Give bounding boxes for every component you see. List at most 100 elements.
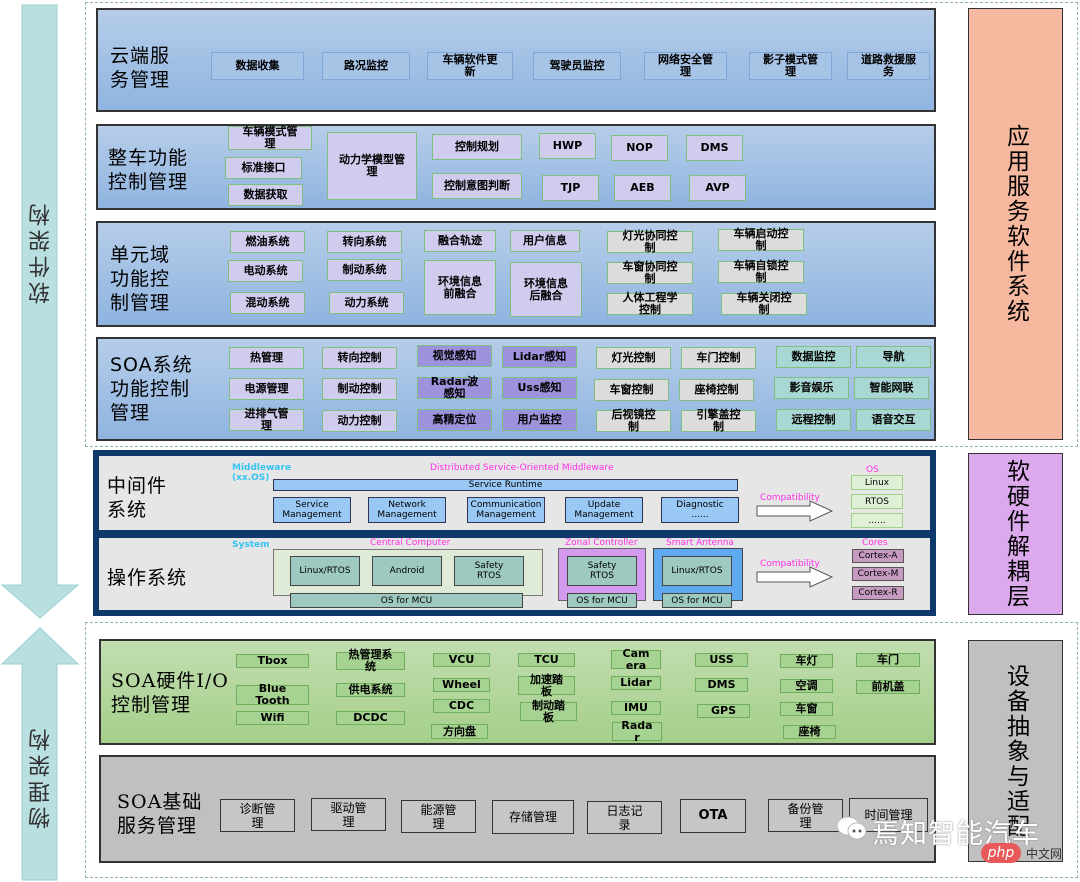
vehicle-function-item-1: 标准接口 <box>225 157 302 179</box>
unit-domain-item-9: 动力系统 <box>329 292 404 314</box>
hw-io-item-1: Blue Tooth <box>236 683 309 707</box>
base-service-item-1: 驱动管 理 <box>311 798 386 831</box>
soa-system-item-22: 远程控制 <box>776 409 851 431</box>
hw-io-item-24: 车门 <box>856 653 920 667</box>
hw-io-item-19: GPS <box>697 704 750 718</box>
hw-io-item-5: DCDC <box>336 711 405 725</box>
soa-system-item-0: 热管理 <box>229 347 304 369</box>
hw-io-item-15: IMU <box>611 701 661 715</box>
hw-io-item-18: DMS <box>695 678 748 692</box>
soa-system-item-10: Radar波 感知 <box>417 376 492 400</box>
panel-title: SOA硬件I/O 控制管理 <box>111 670 229 716</box>
vehicle-function-item-5: 控制意图判断 <box>432 173 522 199</box>
cloud-service-item-4: 网络安全管 理 <box>644 52 727 80</box>
os-for-mcu-zonal: OS for MCU <box>567 593 637 608</box>
os-for-mcu-central: OS for MCU <box>290 593 523 608</box>
hw-io-item-13: Cam era <box>611 647 661 671</box>
os-item-0: Linux <box>851 475 903 490</box>
os-for-mcu-antenna: OS for MCU <box>662 593 732 608</box>
decouple-layer-label: 软硬件解耦层 <box>968 453 1063 615</box>
soa-system-item-8: 电源管理 <box>229 378 304 400</box>
soa-system-item-4: 灯光控制 <box>596 347 671 369</box>
panel-title: 单元域 功能控 制管理 <box>110 244 171 314</box>
hw-io-item-23: 座椅 <box>783 725 836 739</box>
soa-system-item-21: 引擎盖控 制 <box>681 409 756 433</box>
vehicle-function-item-6: HWP <box>539 133 596 159</box>
core-item-2: Cortex-R <box>852 586 904 600</box>
vehicle-function-item-10: AEB <box>614 175 671 201</box>
vehicle-function-item-8: DMS <box>686 135 743 161</box>
vehicle-function-item-0: 车辆模式管 理 <box>228 126 312 150</box>
central-computer-label: Central Computer <box>370 538 451 548</box>
php-site-text: 中文网 <box>1026 847 1063 861</box>
soa-system-item-5: 车门控制 <box>681 347 756 369</box>
wechat-icon <box>836 815 868 841</box>
soa-system-item-15: 智能网联 <box>854 377 929 399</box>
unit-domain-item-2: 融合轨迹 <box>424 230 496 252</box>
hw-io-item-17: USS <box>695 653 748 667</box>
hw-io-item-21: 空调 <box>780 679 833 693</box>
hw-io-item-0: Tbox <box>236 654 309 668</box>
panel-title: SOA系统 功能控制 管理 <box>110 354 193 424</box>
unit-domain-item-15: 车辆关闭控 制 <box>721 292 807 316</box>
base-service-item-0: 诊断管 理 <box>220 799 295 832</box>
hw-io-item-16: Rada r <box>612 719 662 743</box>
hw-io-item-6: VCU <box>433 653 490 667</box>
middleware-header: Distributed Service-Oriented Middleware <box>430 463 614 473</box>
cloud-service-item-6: 道路救援服 务 <box>847 52 930 80</box>
middleware-module-1: Network Management <box>368 497 446 523</box>
vehicle-function-item-2: 数据获取 <box>228 184 303 206</box>
physical-arch-label: 物理架构 <box>29 725 54 829</box>
core-item-0: Cortex-A <box>852 549 904 563</box>
base-service-item-5: OTA <box>680 799 746 833</box>
soa-system-item-23: 语音交互 <box>856 409 931 431</box>
panel-title: 云端服 务管理 <box>110 45 171 91</box>
os-item-1: RTOS <box>851 494 903 509</box>
middleware-module-4: Diagnostic ...... <box>661 497 739 523</box>
unit-domain-item-1: 转向系统 <box>327 231 402 253</box>
compatibility-arrow-os <box>756 566 834 588</box>
middleware-module-0: Service Management <box>273 497 351 523</box>
unit-domain-item-6: 环境信息 前融合 <box>424 260 496 315</box>
soa-system-item-18: 高精定位 <box>417 409 492 431</box>
core-item-1: Cortex-M <box>852 567 904 581</box>
zonal-controller-label: Zonal Controller <box>565 538 638 548</box>
unit-domain-item-12: 车窗协同控 制 <box>607 261 693 285</box>
unit-domain-item-8: 混动系统 <box>230 292 305 314</box>
hw-io-item-14: Lidar <box>611 676 661 690</box>
smart-antenna-label: Smart Antenna <box>666 538 734 548</box>
vehicle-function-item-9: TJP <box>542 175 599 201</box>
unit-domain-item-7: 环境信息 后融合 <box>510 262 582 317</box>
unit-domain-item-14: 人体工程学 控制 <box>607 292 693 316</box>
soa-system-item-16: 进排气管 理 <box>229 408 304 432</box>
hw-io-item-3: 热管理系 统 <box>336 649 405 673</box>
vehicle-function-item-11: AVP <box>689 175 746 201</box>
soa-system-item-11: Uss感知 <box>502 377 577 399</box>
cores-title: Cores <box>862 538 888 548</box>
central-computer-os-0: Linux/RTOS <box>290 556 360 586</box>
compatibility-arrow <box>756 500 834 522</box>
panel-title: 整车功能 控制管理 <box>108 147 189 193</box>
soa-system-item-19: 用户监控 <box>502 409 577 431</box>
hw-io-item-2: Wifi <box>236 711 309 725</box>
panel-title: 操作系统 <box>107 567 188 589</box>
base-service-item-6: 备份管 理 <box>768 799 843 832</box>
unit-domain-item-4: 电动系统 <box>228 260 303 282</box>
soa-system-item-13: 座椅控制 <box>679 379 754 401</box>
unit-domain-item-0: 燃油系统 <box>230 231 305 253</box>
soa-system-item-14: 影音娱乐 <box>774 377 849 399</box>
panel-title: 中间件 系统 <box>107 475 168 521</box>
os-item-2: ...... <box>851 513 903 528</box>
soa-system-item-12: 车窗控制 <box>594 379 669 401</box>
software-arch-arrow <box>0 4 80 619</box>
os-title: OS <box>866 465 879 475</box>
unit-domain-item-11: 车辆启动控 制 <box>718 228 804 252</box>
hw-io-item-7: Wheel <box>433 678 490 692</box>
soa-system-item-1: 转向控制 <box>322 347 397 369</box>
cloud-service-item-2: 车辆软件更 新 <box>427 52 513 80</box>
cloud-service-item-5: 影子模式管 理 <box>749 52 832 80</box>
cloud-service-item-3: 驾驶员监控 <box>533 52 621 80</box>
hw-io-item-12: 制动踏 板 <box>520 699 577 723</box>
system-tag: System <box>232 540 270 550</box>
vehicle-function-item-4: 控制规划 <box>432 134 522 160</box>
